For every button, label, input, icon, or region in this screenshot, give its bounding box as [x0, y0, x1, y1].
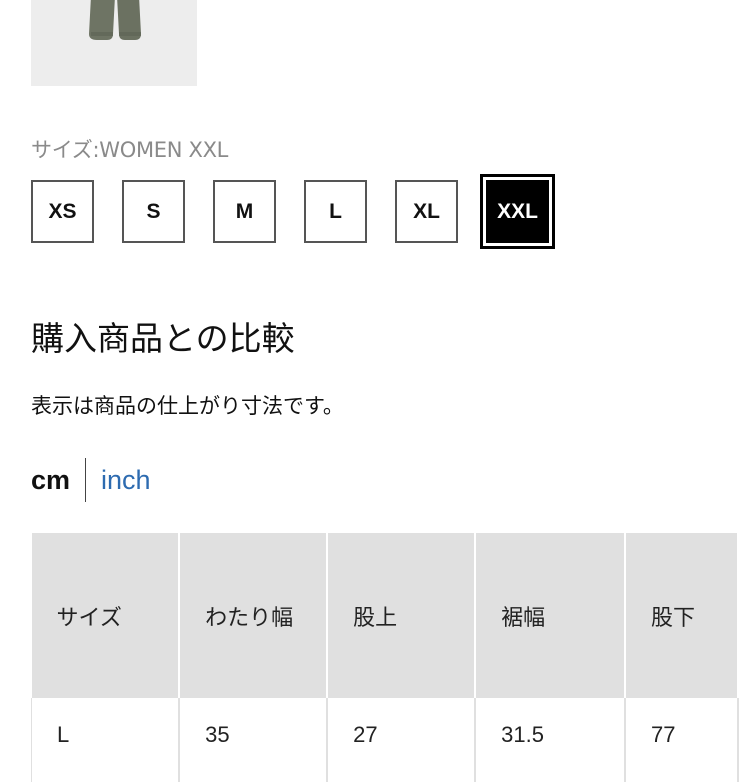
cell-rise: 27 — [327, 698, 477, 782]
comparison-title: 購入商品との比較 — [31, 319, 295, 358]
cell-size: L — [31, 698, 181, 782]
cell-thigh-width: 35 — [179, 698, 329, 782]
unit-cm-option[interactable]: cm — [31, 465, 70, 496]
header-size: サイズ — [31, 533, 181, 698]
unit-divider — [85, 458, 87, 502]
unit-toggle: cm inch — [31, 458, 151, 502]
cell-inseam: 77 — [624, 698, 739, 782]
size-option-l[interactable]: L — [304, 180, 367, 243]
size-option-m[interactable]: M — [213, 180, 276, 243]
comparison-note: 表示は商品の仕上がり寸法です。 — [31, 394, 344, 418]
product-thumbnail[interactable] — [31, 0, 197, 86]
pants-thumbnail-image — [89, 0, 141, 40]
size-caption: サイズ:WOMEN XXL — [31, 138, 229, 162]
header-hem-width: 裾幅 — [475, 533, 626, 698]
size-comparison-table: サイズ わたり幅 股上 裾幅 股下 L 35 27 31.5 77 — [31, 533, 739, 782]
header-thigh-width: わたり幅 — [179, 533, 329, 698]
unit-inch-link[interactable]: inch — [101, 465, 151, 496]
size-option-s[interactable]: S — [122, 180, 185, 243]
size-option-xl[interactable]: XL — [395, 180, 458, 243]
cell-hem-width: 31.5 — [475, 698, 626, 782]
header-inseam: 股下 — [624, 533, 739, 698]
table-header-row: サイズ わたり幅 股上 裾幅 股下 — [31, 533, 739, 698]
size-option-xxl[interactable]: XXL — [480, 174, 555, 249]
table-row: L 35 27 31.5 77 — [31, 698, 739, 782]
header-rise: 股上 — [327, 533, 477, 698]
size-option-xs[interactable]: XS — [31, 180, 94, 243]
